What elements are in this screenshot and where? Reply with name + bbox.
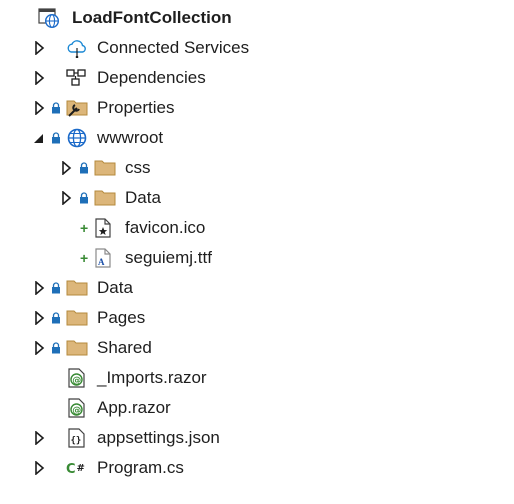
- properties-wrench-folder-icon: [66, 100, 88, 117]
- tree-item-label: appsettings.json: [97, 428, 220, 447]
- lock-icon: [80, 162, 88, 174]
- globe-project-icon: [38, 8, 59, 28]
- chevron-right-icon[interactable]: [34, 71, 46, 85]
- tree-item-label: Data: [125, 188, 161, 207]
- tree-item-label: Data: [97, 278, 133, 297]
- svg-text:#: #: [77, 463, 85, 474]
- chevron-right-icon[interactable]: [34, 101, 46, 115]
- chevron-right-icon[interactable]: [34, 431, 46, 445]
- tree-item-css[interactable]: css: [0, 153, 514, 183]
- tree-item-app-razor[interactable]: @ App.razor: [0, 393, 514, 423]
- tree-item-label: favicon.ico: [125, 218, 206, 237]
- tree-item-appsettings-json[interactable]: {} appsettings.json: [0, 423, 514, 453]
- lock-icon: [52, 102, 60, 114]
- added-plus-icon: +: [80, 220, 89, 236]
- tree-item-data[interactable]: Data: [0, 273, 514, 303]
- tree-item-seguiemj-ttf[interactable]: + A seguiemj.ttf: [0, 243, 514, 273]
- svg-text:@: @: [72, 376, 81, 386]
- chevron-right-icon[interactable]: [34, 311, 46, 325]
- lock-icon: [80, 192, 88, 204]
- tree-item-label: Connected Services: [97, 38, 250, 57]
- tree-item-label: App.razor: [97, 398, 171, 417]
- folder-icon: [94, 160, 116, 176]
- ico-file-icon: [95, 218, 111, 238]
- solution-explorer-tree: LoadFontCollection Connected Services De…: [0, 0, 514, 504]
- lock-icon: [52, 132, 60, 144]
- chevron-right-icon[interactable]: [34, 281, 46, 295]
- chevron-right-icon[interactable]: [34, 461, 46, 475]
- tree-item-label: Program.cs: [97, 458, 184, 477]
- svg-text:{}: {}: [71, 436, 82, 446]
- razor-file-icon: @: [68, 368, 85, 388]
- razor-file-icon: @: [68, 398, 85, 418]
- tree-item-label: seguiemj.ttf: [125, 248, 212, 267]
- tree-item-label: Dependencies: [97, 68, 206, 87]
- tree-item-shared[interactable]: Shared: [0, 333, 514, 363]
- csharp-file-icon: C #: [66, 462, 85, 477]
- tree-item-label: css: [125, 158, 151, 177]
- svg-text:C: C: [66, 462, 76, 477]
- tree-item-label: Shared: [97, 338, 152, 357]
- tree-item-label: _Imports.razor: [97, 368, 207, 387]
- tree-item-program-cs[interactable]: C # Program.cs: [0, 453, 514, 483]
- json-file-icon: {}: [68, 428, 85, 448]
- lock-icon: [52, 342, 60, 354]
- chevron-right-icon[interactable]: [61, 161, 73, 175]
- tree-item-wwwroot-data[interactable]: Data: [0, 183, 514, 213]
- tree-item-connected-services[interactable]: Connected Services: [0, 33, 514, 63]
- tree-item-pages[interactable]: Pages: [0, 303, 514, 333]
- chevron-down-icon[interactable]: [33, 131, 45, 145]
- folder-icon: [94, 190, 116, 206]
- globe-icon: [67, 128, 87, 148]
- tree-item-favicon[interactable]: + favicon.ico: [0, 213, 514, 243]
- lock-icon: [52, 282, 60, 294]
- font-file-icon: A: [95, 248, 111, 268]
- tree-item-dependencies[interactable]: Dependencies: [0, 63, 514, 93]
- tree-item-wwwroot[interactable]: wwwroot: [0, 123, 514, 153]
- svg-text:@: @: [72, 406, 81, 416]
- tree-item-label: Properties: [97, 98, 175, 117]
- folder-icon: [66, 280, 88, 296]
- project-title: LoadFontCollection: [72, 8, 232, 27]
- lock-icon: [52, 312, 60, 324]
- added-plus-icon: +: [80, 250, 89, 266]
- tree-item-label: wwwroot: [97, 128, 164, 147]
- tree-item-label: Pages: [97, 308, 146, 327]
- chevron-right-icon[interactable]: [61, 191, 73, 205]
- folder-icon: [66, 340, 88, 356]
- chevron-right-icon[interactable]: [34, 41, 46, 55]
- tree-item-properties[interactable]: Properties: [0, 93, 514, 123]
- folder-icon: [66, 310, 88, 326]
- tree-item-project-root[interactable]: LoadFontCollection: [0, 3, 514, 33]
- cloud-connected-icon: [67, 40, 86, 58]
- chevron-right-icon[interactable]: [34, 341, 46, 355]
- tree-item-imports-razor[interactable]: @ _Imports.razor: [0, 363, 514, 393]
- dependencies-icon: [66, 69, 86, 86]
- svg-text:A: A: [98, 257, 105, 267]
